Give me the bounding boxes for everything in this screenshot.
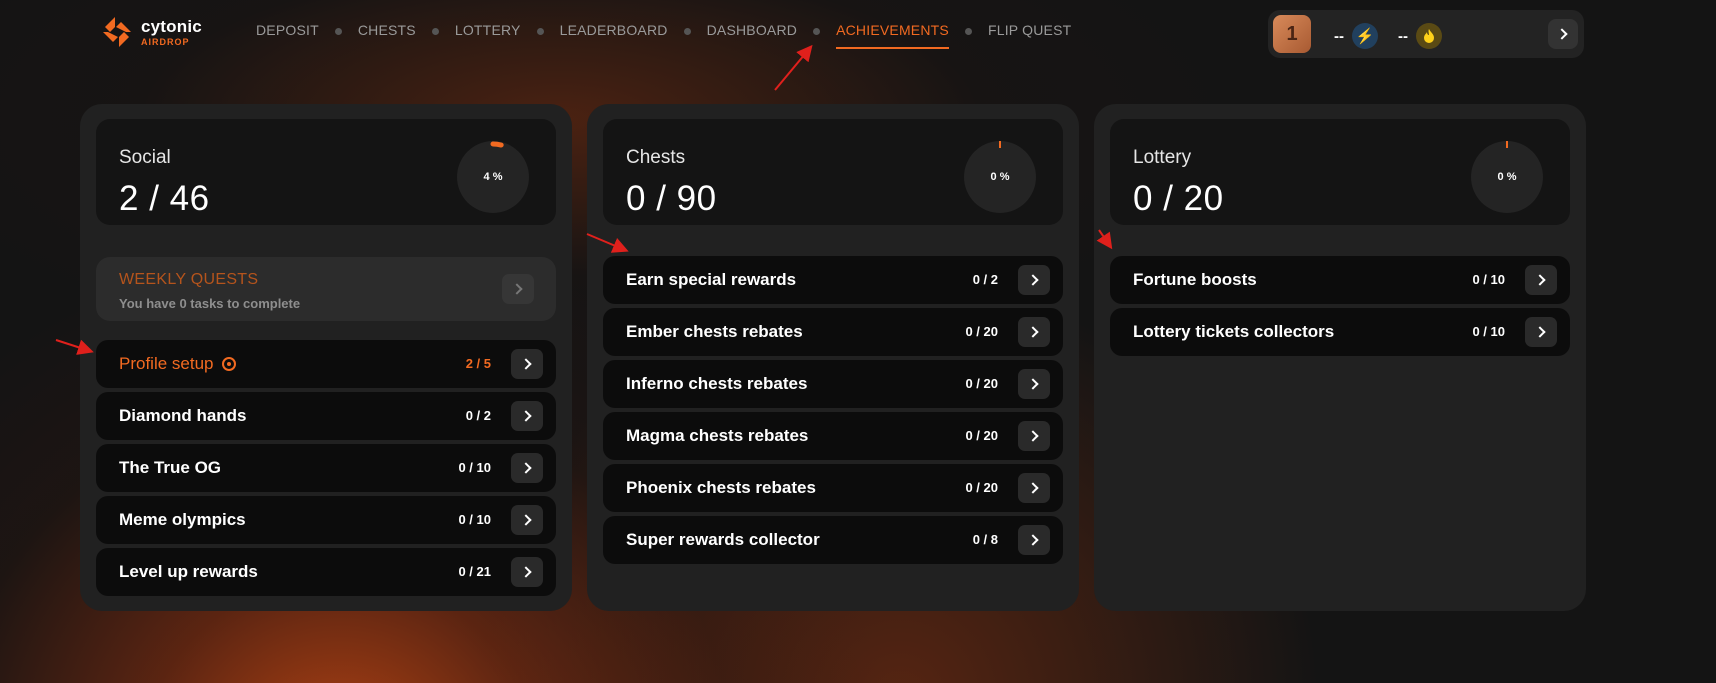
annotation-arrow	[55, 339, 94, 355]
annotation-arrow	[1096, 229, 1113, 250]
annotation-arrows	[55, 44, 1113, 355]
annotation-arrow	[586, 233, 629, 253]
annotation-arrow	[774, 44, 813, 91]
